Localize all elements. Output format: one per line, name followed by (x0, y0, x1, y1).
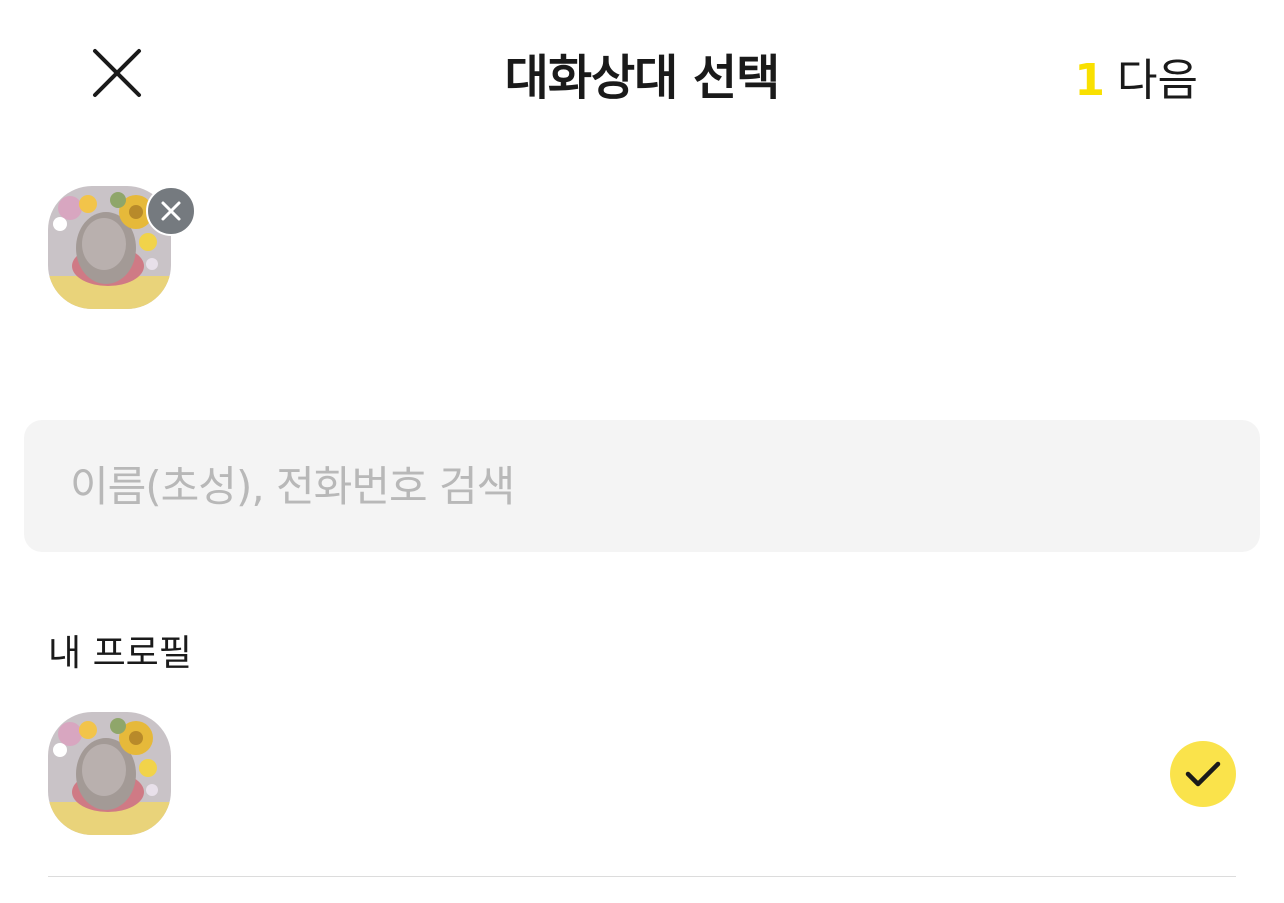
select-chat-partner-sheet: 대화상대 선택 1 다음 이름(초성), 전화번호 검색 내 프로필 (0, 0, 1284, 903)
selected-count: 1 (1074, 55, 1106, 106)
check-icon (1185, 761, 1221, 787)
next-button[interactable]: 1 다음 (1074, 44, 1198, 108)
search-box (24, 420, 1260, 552)
remove-icon (161, 201, 181, 221)
next-label: 다음 (1117, 55, 1198, 106)
selected-check-badge[interactable] (1170, 741, 1236, 807)
my-profile-avatar (48, 712, 171, 835)
divider (48, 876, 1236, 877)
header: 대화상대 선택 1 다음 (0, 0, 1284, 145)
section-label-my-profile: 내 프로필 (48, 633, 192, 674)
selected-contacts (48, 186, 208, 310)
search-input[interactable] (68, 460, 1216, 512)
remove-selected-button[interactable] (146, 186, 196, 236)
my-profile-row[interactable] (0, 700, 1284, 850)
